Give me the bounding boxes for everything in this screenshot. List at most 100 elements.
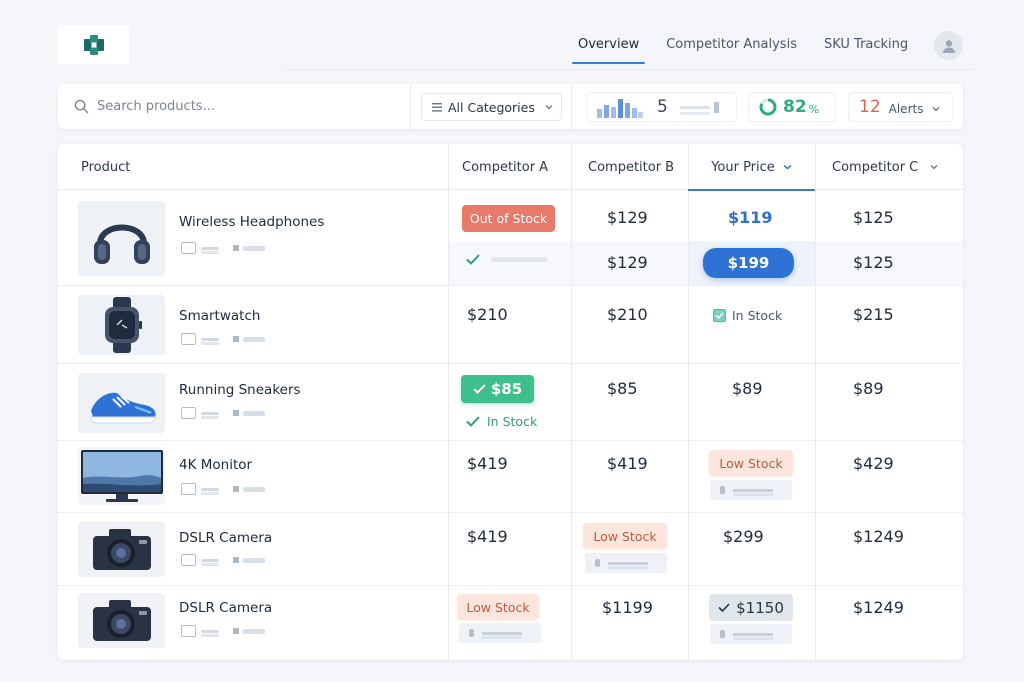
your-price-sub-badge[interactable]: $199 (703, 248, 794, 278)
header-your-price[interactable]: Your Price (688, 144, 815, 191)
monitor-icon (80, 450, 163, 502)
toolbar-divider (571, 84, 572, 129)
meta-dot (233, 557, 239, 563)
comp-a-in-stock-indicator (466, 254, 547, 265)
product-name[interactable]: DSLR Camera (179, 530, 272, 546)
meta-dot (233, 245, 239, 251)
match-percent-unit: % (808, 102, 820, 116)
header-competitor-c-label: Competitor C (832, 159, 919, 175)
tab-competitor-analysis[interactable]: Competitor Analysis (666, 35, 797, 64)
user-avatar[interactable] (934, 31, 963, 60)
sneaker-icon (89, 392, 156, 424)
your-price-badge[interactable]: $1150 (709, 594, 793, 621)
tab-overview[interactable]: Overview (571, 35, 646, 64)
chevron-down-icon (930, 165, 938, 170)
search-input[interactable] (97, 99, 397, 114)
tag-icon (181, 625, 196, 637)
product-thumbnail[interactable] (78, 447, 165, 505)
comp-a-price: $419 (467, 454, 508, 473)
top-nav: Overview Competitor Analysis SKU Trackin… (571, 35, 935, 64)
product-meta (181, 625, 265, 637)
product-thumbnail[interactable] (78, 593, 165, 648)
product-meta (181, 242, 265, 254)
meta-line (243, 410, 265, 416)
comp-a-out-of-stock-badge: Out of Stock (462, 205, 555, 232)
product-thumbnail[interactable] (78, 522, 165, 577)
comp-a-low-stock-badge: Low Stock (457, 594, 539, 620)
comp-b-sub-price: $129 (607, 253, 648, 272)
comp-b-price: $1199 (602, 598, 653, 617)
product-name[interactable]: 4K Monitor (179, 457, 252, 473)
tag-icon (181, 554, 196, 566)
comp-c-price: $1249 (853, 527, 904, 546)
product-name[interactable]: Smartwatch (179, 308, 260, 324)
product-name[interactable]: Running Sneakers (179, 382, 301, 398)
header-competitor-a[interactable]: Competitor A (462, 144, 548, 190)
tracked-stat[interactable]: 5 (586, 92, 737, 122)
your-price-stock-label: In Stock (732, 308, 783, 323)
comp-c-price: $125 (853, 208, 894, 227)
checkbox-icon (713, 309, 726, 322)
chevron-down-icon (933, 106, 940, 111)
meta-dot (233, 410, 239, 416)
tab-sku-tracking[interactable]: SKU Tracking (824, 35, 908, 64)
meta-dot (233, 336, 239, 342)
your-price-badge-label: $1150 (736, 598, 784, 617)
header-competitor-b[interactable]: Competitor B (588, 144, 674, 190)
chevron-down-icon (545, 105, 553, 110)
nav-divider (285, 69, 973, 70)
header-your-price-label: Your Price (711, 159, 775, 175)
row-divider (58, 285, 963, 286)
product-thumbnail[interactable] (78, 295, 165, 355)
meta-line (243, 557, 265, 563)
row-divider (58, 512, 963, 513)
product-meta (181, 554, 265, 566)
stat-placeholder-lines (679, 105, 710, 109)
column-divider (571, 144, 572, 660)
your-price-low-stock-badge: Low Stock (709, 450, 793, 476)
comp-b-low-stock-badge: Low Stock (583, 523, 667, 549)
your-price[interactable]: $299 (723, 527, 764, 546)
list-icon (432, 102, 442, 112)
toolbar: All Categories 5 82 % 12 Alerts (58, 84, 963, 129)
column-divider (448, 144, 449, 660)
comp-c-price: $89 (853, 379, 884, 398)
match-stat[interactable]: 82 % (748, 92, 836, 122)
meta-dot (233, 628, 239, 634)
header-competitor-c[interactable]: Competitor C (832, 144, 938, 190)
your-price[interactable]: $89 (732, 379, 763, 398)
alerts-dropdown[interactable]: 12 Alerts (848, 92, 953, 122)
header-product[interactable]: Product (81, 144, 130, 190)
camera-icon (92, 599, 151, 641)
meta-line (201, 487, 219, 491)
comp-b-price: $129 (607, 208, 648, 227)
product-name[interactable]: DSLR Camera (179, 600, 272, 616)
meta-line (201, 411, 219, 415)
comp-a-price-badge: $85 (461, 375, 534, 403)
comp-b-price: $210 (607, 305, 648, 324)
row-divider (58, 363, 963, 364)
comp-a-price: $210 (467, 305, 508, 324)
search-icon (74, 99, 89, 114)
tracked-count: 5 (657, 97, 668, 117)
check-icon (466, 254, 480, 265)
meta-line (201, 246, 219, 250)
your-price[interactable]: $119 (728, 208, 773, 227)
product-name[interactable]: Wireless Headphones (179, 214, 324, 230)
comp-c-price: $215 (853, 305, 894, 324)
meta-line (243, 245, 265, 251)
product-thumbnail[interactable] (78, 201, 165, 276)
progress-ring-icon (759, 98, 777, 116)
product-thumbnail[interactable] (78, 373, 165, 433)
your-price-stock-status: In Stock (713, 308, 782, 323)
comp-a-price-badge-label: $85 (490, 380, 523, 398)
check-icon (718, 603, 730, 612)
app-logo[interactable] (58, 25, 129, 64)
placeholder-chip (710, 624, 792, 644)
tag-icon (181, 242, 196, 254)
smartwatch-icon (104, 297, 142, 353)
category-select[interactable]: All Categories (421, 93, 562, 121)
tag-icon (181, 333, 196, 345)
column-divider (815, 144, 816, 660)
meta-line (201, 629, 219, 633)
